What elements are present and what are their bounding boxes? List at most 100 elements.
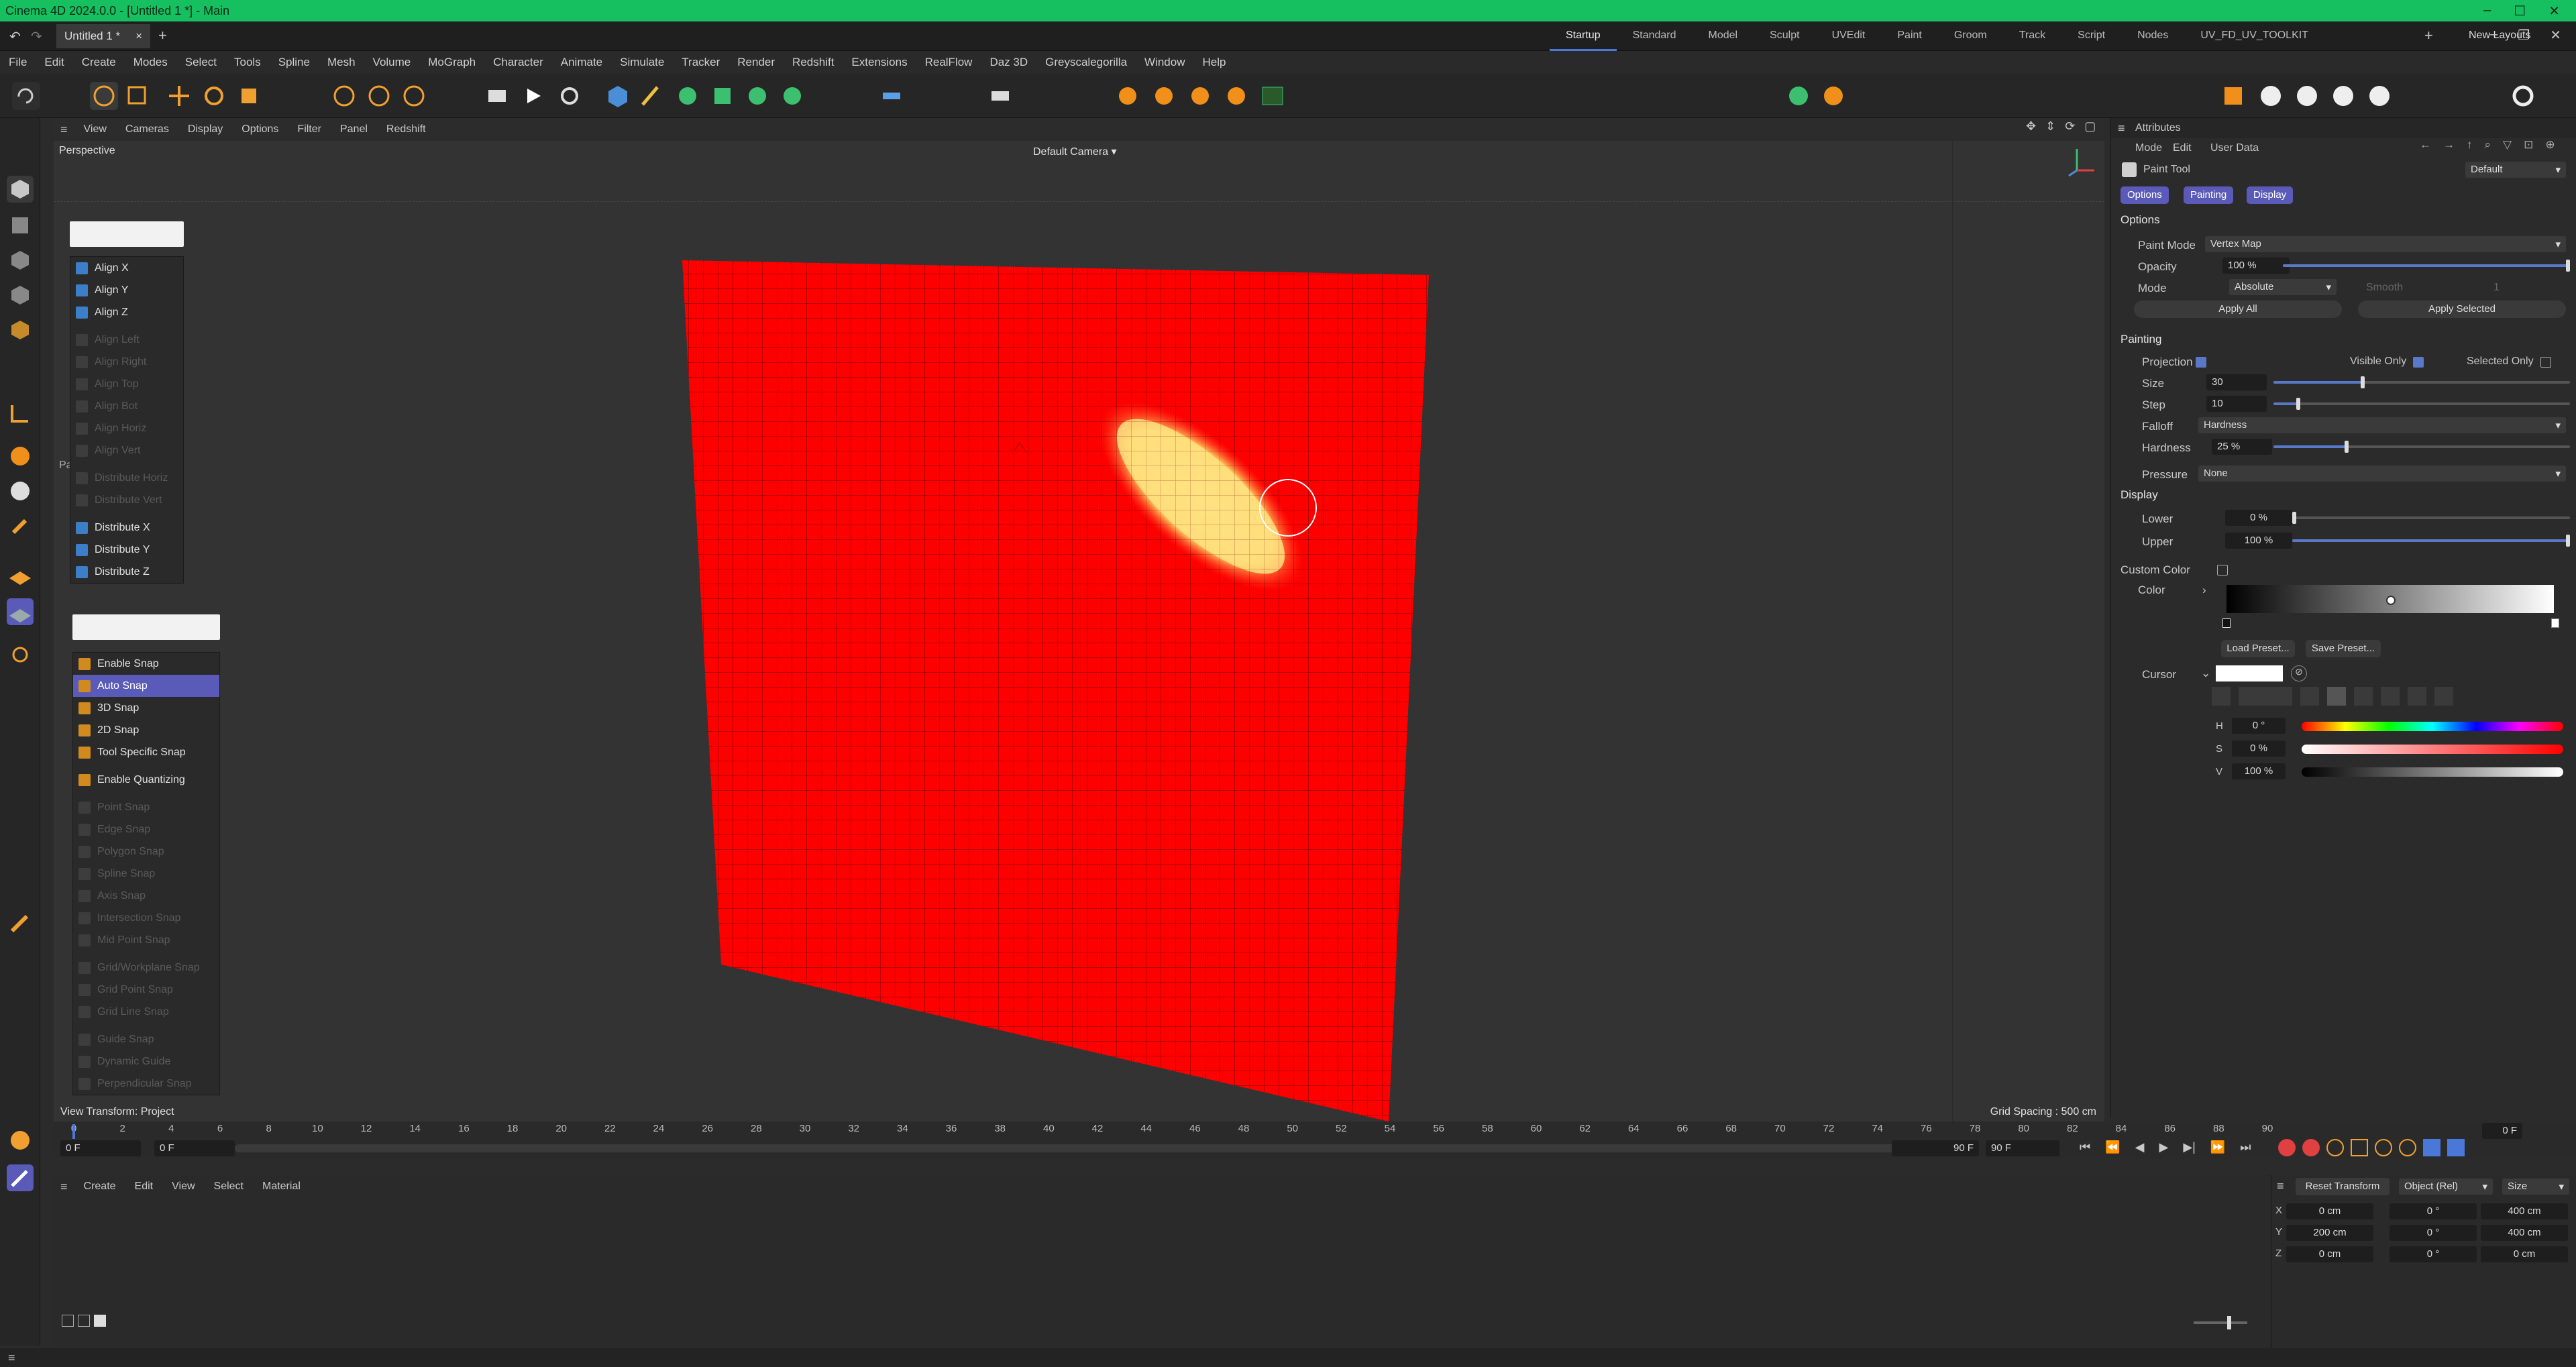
menu-help[interactable]: Help — [1194, 50, 1235, 74]
attr-hamburger-icon[interactable]: ≡ — [2118, 121, 2125, 135]
grid-plane-icon[interactable] — [7, 598, 34, 625]
playhead[interactable] — [72, 1124, 75, 1139]
magnet-icon[interactable] — [7, 514, 34, 541]
tab-display[interactable]: Display — [2247, 186, 2294, 204]
align-popup-header[interactable] — [70, 221, 184, 247]
menu-file[interactable]: File — [0, 50, 36, 74]
viewport-menu-display[interactable]: Display — [178, 118, 232, 141]
snap-item-enable-quantizing[interactable]: Enable Quantizing — [73, 769, 219, 791]
rgb-mode-icon[interactable] — [2300, 687, 2319, 706]
redo-icon[interactable]: ↷ — [31, 28, 42, 45]
menu-daz-3d[interactable]: Daz 3D — [981, 50, 1036, 74]
coord-rot-x[interactable]: 0 ° — [2390, 1203, 2477, 1219]
move-icon[interactable] — [165, 82, 193, 110]
sphere-orange-icon-3[interactable] — [1186, 82, 1214, 110]
mode-dropdown[interactable]: Absolute ▾ — [2229, 279, 2337, 295]
forward-arrow-icon[interactable]: → — [2443, 138, 2455, 152]
radiation-icon[interactable] — [7, 1127, 34, 1154]
key-scale-icon[interactable] — [2351, 1139, 2368, 1156]
coordinate-mode-dropdown[interactable]: Object (Rel) ▾ — [2399, 1179, 2493, 1195]
menu-animate[interactable]: Animate — [552, 50, 611, 74]
menu-select[interactable]: Select — [176, 50, 225, 74]
zoom-view-icon[interactable]: ⇕ — [2045, 119, 2055, 133]
record-icon[interactable] — [2278, 1139, 2296, 1156]
wave-icon-3[interactable] — [2329, 82, 2357, 110]
snap-popup-header[interactable] — [72, 614, 220, 640]
gradient-stop-white-icon[interactable] — [2551, 618, 2559, 628]
snap-item-2d-snap[interactable]: 2D Snap — [73, 719, 219, 741]
frame-range-bar[interactable] — [235, 1144, 1979, 1152]
align-item-distribute-z[interactable]: Distribute Z — [70, 561, 183, 583]
zoom-slider[interactable] — [2194, 1316, 2247, 1329]
snap-s-icon[interactable] — [7, 443, 34, 470]
menu-greyscalegorilla[interactable]: Greyscalegorilla — [1036, 50, 1136, 74]
viewport-menu-cameras[interactable]: Cameras — [116, 118, 178, 141]
upper-field[interactable]: 100 % — [2225, 533, 2292, 549]
align-item-distribute-x[interactable]: Distribute X — [70, 516, 183, 539]
layout-tab-uvedit[interactable]: UVEdit — [1816, 21, 1882, 51]
material-menu-view[interactable]: View — [162, 1175, 204, 1198]
v-field[interactable]: 100 % — [2232, 763, 2286, 779]
restore-icon[interactable]: ❐ — [2518, 27, 2530, 44]
next-frame-icon[interactable]: ▶| — [2183, 1140, 2196, 1154]
falloff-dropdown[interactable]: Hardness ▾ — [2198, 417, 2566, 433]
y-axis-icon[interactable] — [365, 82, 393, 110]
material-menu-edit[interactable]: Edit — [125, 1175, 163, 1198]
layout-tab-startup[interactable]: Startup — [1550, 21, 1617, 51]
color-wheel-mode-icon[interactable] — [2212, 687, 2231, 706]
align-item-align-y[interactable]: Align Y — [70, 279, 183, 301]
go-start-icon[interactable]: ⏮ — [2080, 1140, 2090, 1154]
upper-slider[interactable] — [2292, 535, 2570, 547]
model-mode-icon[interactable] — [7, 176, 34, 203]
layout-tab-nodes[interactable]: Nodes — [2121, 21, 2184, 51]
box-select-icon[interactable] — [123, 82, 152, 110]
material-menu-select[interactable]: Select — [205, 1175, 253, 1198]
render-play-icon[interactable] — [519, 82, 547, 110]
minimize-icon[interactable]: – — [2490, 27, 2498, 44]
start-frame-field[interactable]: 0 F — [60, 1140, 141, 1156]
layout-tab-script[interactable]: Script — [2061, 21, 2121, 51]
expand-arrow-icon[interactable]: › — [2202, 584, 2206, 597]
cube-icon[interactable] — [604, 82, 632, 110]
reset-transform-button[interactable]: Reset Transform — [2296, 1178, 2390, 1195]
status-menu-icon[interactable]: ≡ — [8, 1351, 15, 1365]
redshift-icon[interactable] — [1784, 82, 1813, 110]
load-preset-button[interactable]: Load Preset... — [2221, 640, 2295, 657]
layout-tab-uv-fd-uv-toolkit[interactable]: UV_FD_UV_TOOLKIT — [2184, 21, 2324, 51]
render-settings-icon[interactable] — [555, 82, 584, 110]
material-menu-material[interactable]: Material — [253, 1175, 310, 1198]
step-slider[interactable] — [2273, 398, 2570, 410]
camera-icon[interactable] — [986, 82, 1014, 110]
gradient-stop-black-icon[interactable] — [2222, 618, 2231, 628]
gradient-knot-icon[interactable] — [2386, 596, 2396, 605]
snap-s-icon-2[interactable] — [7, 478, 34, 504]
sphere-orange-icon[interactable] — [1114, 82, 1142, 110]
swatches-mode-icon[interactable] — [2434, 687, 2453, 706]
key-param-icon[interactable] — [2399, 1139, 2416, 1156]
layout-tab-model[interactable]: Model — [1693, 21, 1754, 51]
axis-mode-icon[interactable] — [7, 400, 34, 427]
x-axis-icon[interactable] — [330, 82, 358, 110]
next-key-icon[interactable]: ⏩ — [2210, 1140, 2225, 1154]
selected-only-checkbox[interactable] — [2540, 357, 2551, 368]
workplane-icon[interactable] — [7, 561, 34, 588]
coord-size-y[interactable]: 400 cm — [2481, 1225, 2568, 1241]
hardness-slider[interactable] — [2273, 441, 2570, 453]
timeline-ruler[interactable]: 0246810121416182022242628303234363840424… — [54, 1122, 2273, 1139]
hue-slider[interactable] — [2302, 722, 2563, 731]
saturation-slider[interactable] — [2302, 745, 2563, 754]
menu-mograph[interactable]: MoGraph — [419, 50, 484, 74]
size-field[interactable]: 30 — [2206, 374, 2267, 390]
menu-extensions[interactable]: Extensions — [843, 50, 916, 74]
floor-icon[interactable] — [877, 82, 906, 110]
paint-mode-dropdown[interactable]: Vertex Map ▾ — [2205, 236, 2566, 252]
menu-spline[interactable]: Spline — [270, 50, 319, 74]
coord-rot-y[interactable]: 0 ° — [2390, 1225, 2477, 1241]
motion-icon[interactable] — [2447, 1139, 2465, 1156]
toggle-view-icon[interactable]: ▢ — [2084, 119, 2096, 133]
cloner-icon[interactable] — [743, 82, 771, 110]
deformer-icon[interactable] — [778, 82, 806, 110]
apply-selected-button[interactable]: Apply Selected — [2358, 300, 2566, 318]
menu-redshift[interactable]: Redshift — [784, 50, 843, 74]
layout-tab-standard[interactable]: Standard — [1617, 21, 1693, 51]
